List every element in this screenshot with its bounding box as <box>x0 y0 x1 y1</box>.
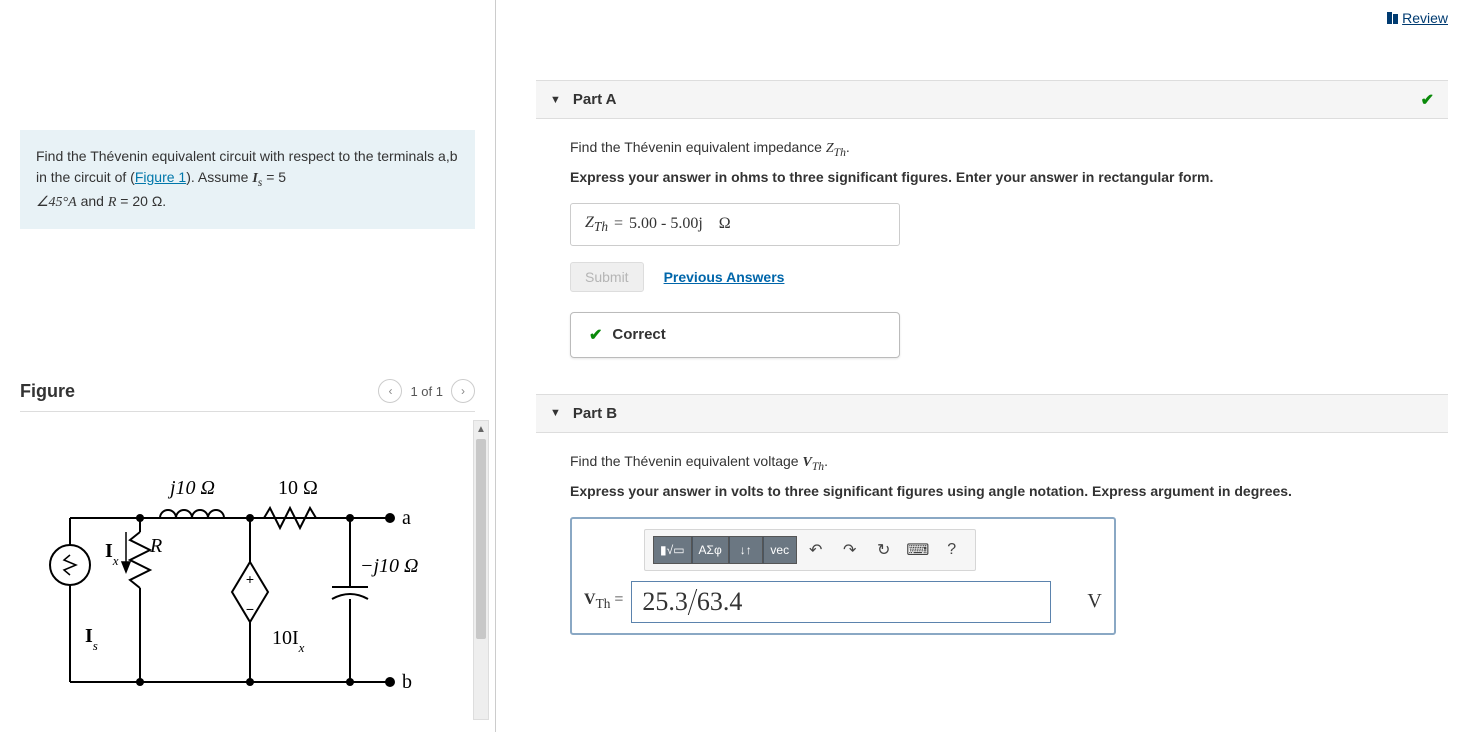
review-link[interactable]: Review <box>1387 10 1448 26</box>
undo-button[interactable]: ↶ <box>801 536 831 564</box>
answer-unit: V <box>1087 590 1101 613</box>
previous-answers-link[interactable]: Previous Answers <box>664 269 785 285</box>
svg-text:j10 Ω: j10 Ω <box>167 477 215 499</box>
submit-button: Submit <box>570 262 644 292</box>
svg-text:+: + <box>246 571 254 587</box>
answer-input-area: ▮√▭ ΑΣφ ↓↑ vec ↶ ↷ ↻ ⌨ ? VTh = <box>570 517 1116 635</box>
part-b-instruction: Find the Thévenin equivalent voltage VTh… <box>570 453 1434 473</box>
scroll-up-icon[interactable]: ▲ <box>474 421 488 437</box>
reset-button[interactable]: ↻ <box>869 536 899 564</box>
figure-pager: ‹ 1 of 1 › <box>378 379 475 403</box>
caret-down-icon: ▼ <box>550 94 561 106</box>
prev-figure-button[interactable]: ‹ <box>378 379 402 403</box>
correct-feedback: ✔ Correct <box>570 312 900 358</box>
part-a-title: Part A <box>573 91 617 108</box>
answer-input[interactable]: 25.3 63.4 <box>631 581 1051 623</box>
keyboard-button[interactable]: ⌨ <box>903 536 933 564</box>
help-button[interactable]: ? <box>937 536 967 564</box>
svg-text:−j10 Ω: −j10 Ω <box>360 555 419 577</box>
book-icon <box>1387 12 1398 24</box>
figure-scrollbar[interactable]: ▲ <box>473 420 489 720</box>
angle-separator-icon <box>688 589 697 615</box>
check-icon: ✔ <box>1421 90 1434 110</box>
part-b-hint: Express your answer in volts to three si… <box>570 483 1434 499</box>
equation-toolbar: ▮√▭ ΑΣφ ↓↑ vec ↶ ↷ ↻ ⌨ ? <box>644 529 976 571</box>
next-figure-button[interactable]: › <box>451 379 475 403</box>
part-a-hint: Express your answer in ohms to three sig… <box>570 169 1434 185</box>
part-a-instruction: Find the Thévenin equivalent impedance Z… <box>570 139 1434 159</box>
svg-text:R: R <box>149 535 162 557</box>
scroll-thumb[interactable] <box>476 439 486 639</box>
greek-button[interactable]: ΑΣφ <box>692 536 729 564</box>
svg-text:−: − <box>246 601 254 617</box>
svg-text:10Ix: 10Ix <box>272 627 305 655</box>
svg-text:Is: Is <box>85 625 98 653</box>
problem-statement: Find the Thévenin equivalent circuit wit… <box>20 130 475 229</box>
subscript-button[interactable]: ↓↑ <box>729 536 763 564</box>
pager-text: 1 of 1 <box>410 384 443 399</box>
part-a-header[interactable]: ▼ Part A ✔ <box>536 80 1448 119</box>
figure-link[interactable]: Figure 1 <box>135 169 186 185</box>
svg-text:Ix: Ix <box>105 540 119 568</box>
svg-text:b: b <box>402 671 412 693</box>
part-b-title: Part B <box>573 405 617 422</box>
vector-button[interactable]: vec <box>763 536 797 564</box>
check-icon: ✔ <box>589 325 602 345</box>
redo-button[interactable]: ↷ <box>835 536 865 564</box>
part-b-header[interactable]: ▼ Part B <box>536 394 1448 433</box>
figure-title: Figure <box>20 381 75 402</box>
templates-button[interactable]: ▮√▭ <box>653 536 692 564</box>
circuit-diagram: + − j10 Ω 10 <box>20 432 420 712</box>
part-a-answer: ZTh = 5.00 - 5.00j Ω <box>570 203 900 246</box>
svg-text:a: a <box>402 507 411 529</box>
caret-down-icon: ▼ <box>550 407 561 419</box>
svg-text:10 Ω: 10 Ω <box>278 477 318 499</box>
